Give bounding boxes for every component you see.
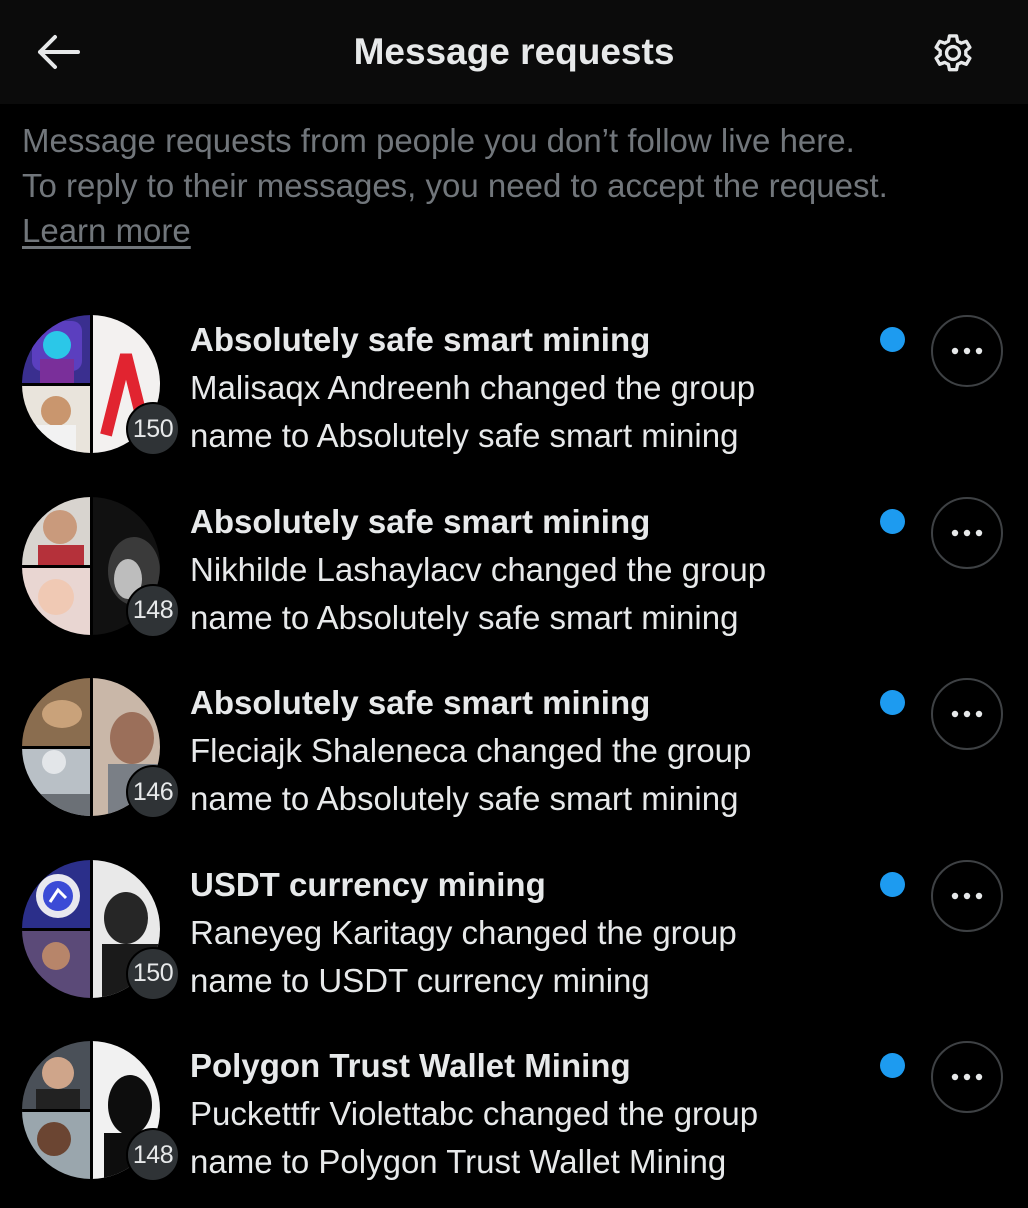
unread-dot — [880, 327, 905, 352]
learn-more-link[interactable]: Learn more — [22, 212, 191, 249]
more-options-button[interactable] — [931, 678, 1003, 750]
more-options-button[interactable] — [931, 315, 1003, 387]
request-preview: Raneyeg Karitagy changed the group name … — [190, 909, 870, 1005]
group-name: USDT currency mining — [190, 865, 546, 903]
more-dots-icon — [951, 1073, 983, 1081]
intro-line-2: To reply to their messages, you need to … — [22, 167, 888, 204]
request-preview: Fleciajk Shaleneca changed the group nam… — [190, 727, 870, 823]
unread-dot — [880, 871, 905, 897]
preview-line-1: Malisaqx Andreenh changed the group — [190, 369, 756, 406]
preview-line-2: name to Polygon Trust Wallet Mining — [190, 1143, 727, 1180]
request-list: 150 Absolutely safe smart mining Malisaq… — [0, 300, 1028, 1208]
preview-line-1: Puckettfr Violettabc changed the group — [190, 1095, 759, 1132]
group-name: Absolutely safe smart mining — [190, 502, 651, 540]
member-count-badge: 148 — [126, 583, 180, 638]
intro-text: Message requests from people you don’t f… — [22, 118, 1022, 253]
group-avatar: 150 — [22, 315, 180, 456]
settings-button[interactable] — [924, 26, 982, 80]
preview-line-2: name to Absolutely safe smart mining — [190, 598, 739, 636]
preview-line-1: Raneyeg Karitagy changed the group — [190, 913, 737, 951]
request-row[interactable]: 148 Polygon Trust Wallet Mining Puckettf… — [0, 1026, 1028, 1208]
request-text: Absolutely safe smart mining Nikhilde La… — [190, 498, 870, 642]
preview-line-2: name to USDT currency mining — [190, 961, 650, 999]
page-title: Message requests — [353, 31, 675, 72]
request-row[interactable]: 146 Absolutely safe smart mining Fleciaj… — [0, 663, 1028, 845]
preview-line-1: Nikhilde Lashaylacv changed the group — [190, 550, 767, 588]
more-options-button[interactable] — [931, 859, 1003, 932]
more-options-button[interactable] — [931, 1041, 1003, 1113]
request-row[interactable]: 148 Absolutely safe smart mining Nikhild… — [0, 482, 1028, 664]
more-dots-icon — [951, 529, 983, 536]
request-row[interactable]: 150 USDT currency mining Raneyeg Karitag… — [0, 845, 1028, 1027]
group-avatar: 150 — [22, 859, 180, 1001]
request-text: Absolutely safe smart mining Malisaqx An… — [190, 316, 870, 460]
intro-line-1: Message requests from people you don’t f… — [22, 122, 855, 159]
group-avatar: 148 — [22, 1041, 180, 1182]
unread-dot — [880, 508, 905, 534]
request-preview: Nikhilde Lashaylacv changed the group na… — [190, 546, 870, 642]
preview-line-2: name to Absolutely safe smart mining — [190, 417, 739, 454]
group-avatar: 148 — [22, 496, 180, 638]
more-options-button[interactable] — [931, 496, 1003, 569]
gear-icon — [934, 34, 972, 72]
unread-dot — [880, 1053, 905, 1078]
more-dots-icon — [951, 710, 983, 718]
preview-line-2: name to Absolutely safe smart mining — [190, 780, 739, 817]
more-dots-icon — [951, 892, 983, 899]
group-name: Absolutely safe smart mining — [190, 684, 651, 721]
request-row[interactable]: 150 Absolutely safe smart mining Malisaq… — [0, 300, 1028, 482]
request-text: Polygon Trust Wallet Mining Puckettfr Vi… — [190, 1042, 870, 1186]
group-name: Polygon Trust Wallet Mining — [190, 1047, 631, 1084]
group-name: Absolutely safe smart mining — [190, 321, 651, 358]
top-bar: Message requests — [0, 0, 1028, 104]
group-avatar: 146 — [22, 678, 180, 819]
member-count-badge: 150 — [126, 946, 180, 1001]
request-preview: Puckettfr Violettabc changed the group n… — [190, 1090, 870, 1186]
preview-line-1: Fleciajk Shaleneca changed the group — [190, 732, 752, 769]
member-count-badge: 148 — [126, 1128, 180, 1182]
request-text: Absolutely safe smart mining Fleciajk Sh… — [190, 679, 870, 823]
member-count-badge: 150 — [126, 402, 180, 456]
request-text: USDT currency mining Raneyeg Karitagy ch… — [190, 861, 870, 1005]
request-preview: Malisaqx Andreenh changed the group name… — [190, 364, 870, 460]
more-dots-icon — [951, 347, 983, 355]
unread-dot — [880, 690, 905, 715]
member-count-badge: 146 — [126, 765, 180, 819]
